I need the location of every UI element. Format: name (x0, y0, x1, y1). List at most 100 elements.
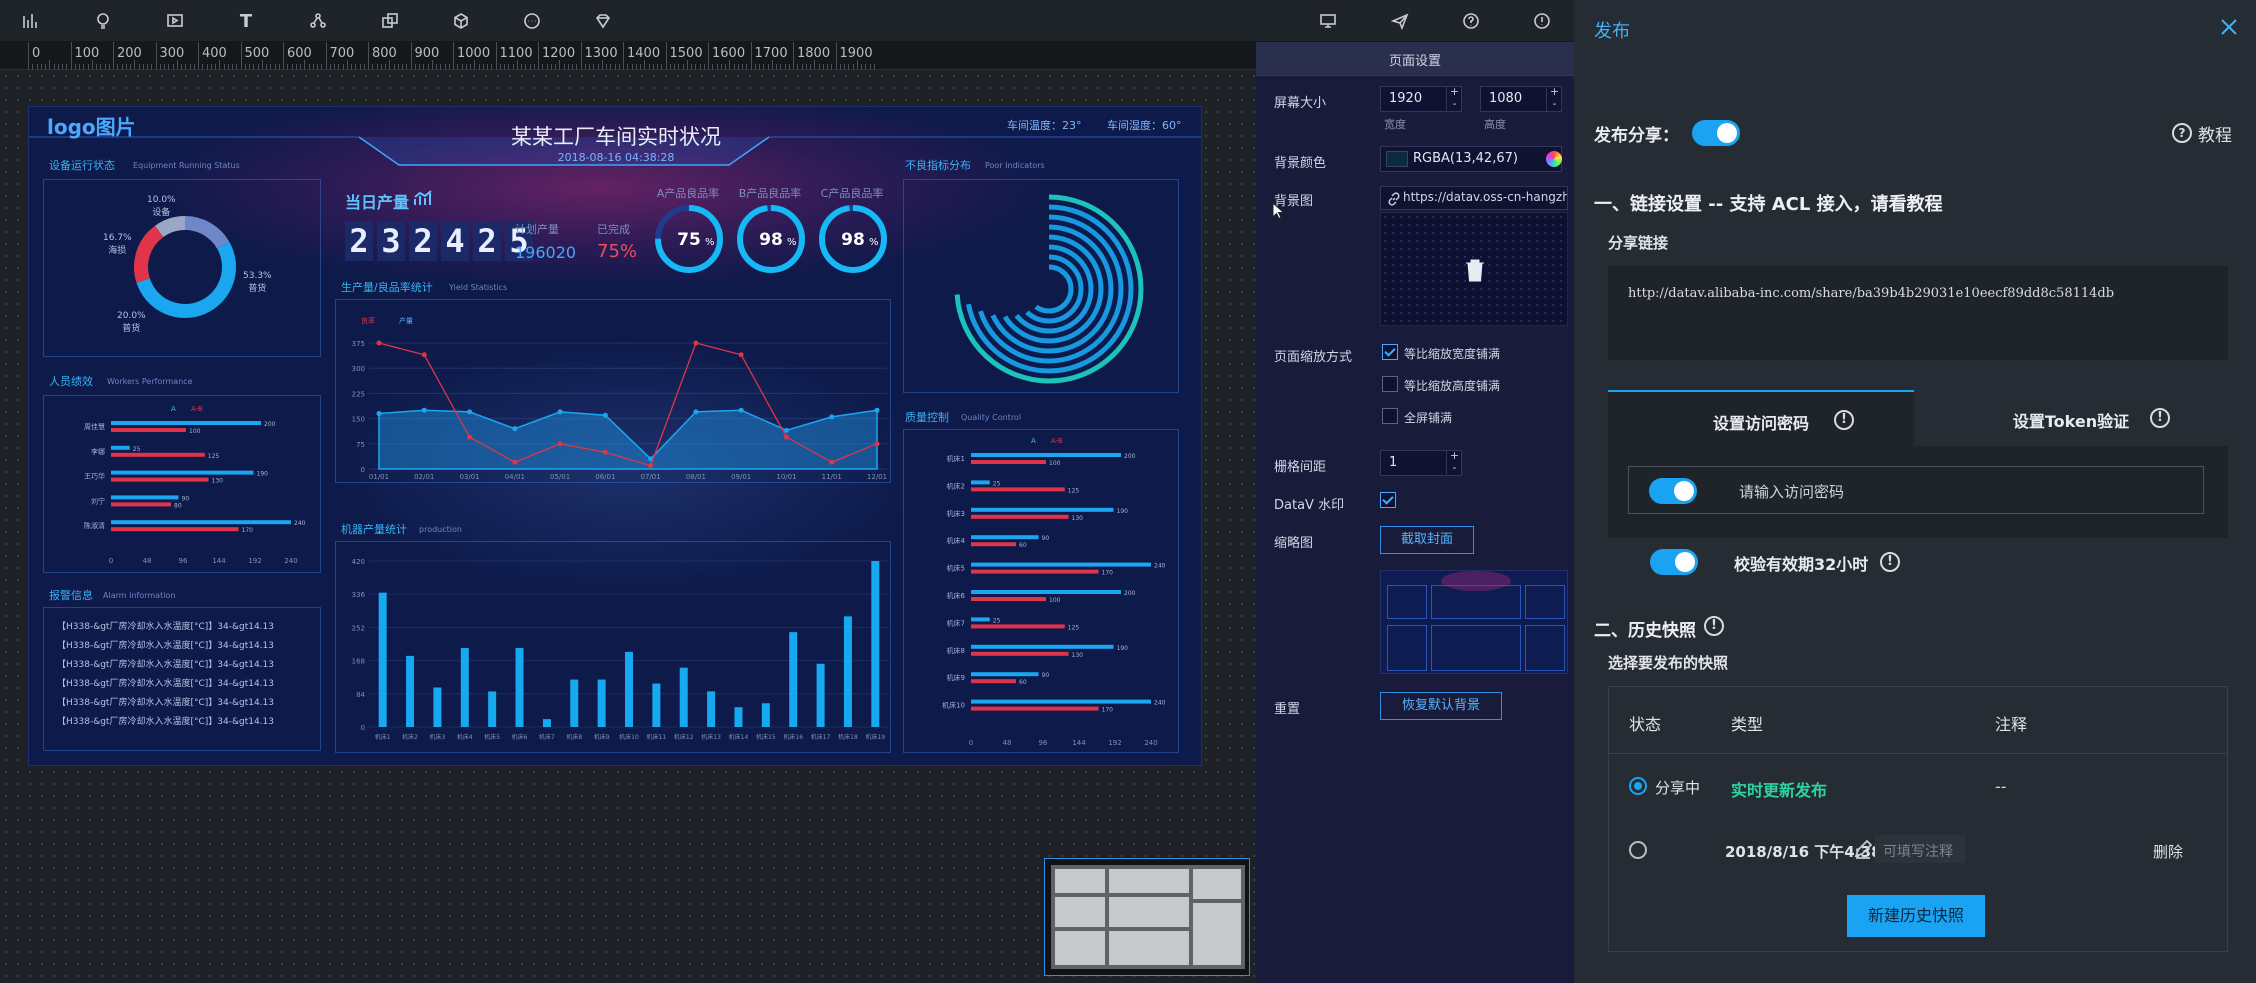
snapshot-radio-history[interactable] (1629, 841, 1647, 859)
height-stepper[interactable]: + - (1546, 86, 1562, 112)
snapshot-radio-live[interactable] (1629, 777, 1647, 795)
text-icon[interactable]: T (234, 9, 258, 33)
tab-password[interactable]: 设置访问密码 ! (1608, 390, 1914, 446)
info-icon[interactable] (1530, 9, 1554, 33)
dashboard-preview[interactable]: logo图片 某某工厂车间实时状况 2018-08-16 04:38:28 车间… (28, 106, 1202, 766)
password-field[interactable]: 请输入访问密码 (1628, 466, 2204, 514)
info-icon[interactable]: ! (1880, 552, 1900, 572)
bulb-icon[interactable] (91, 9, 115, 33)
bg-image-url-field[interactable]: https://datav.oss-cn-hangzh (1380, 186, 1568, 210)
axis-tick: 240 (1144, 739, 1157, 747)
yield-area-point (376, 411, 382, 417)
more-icon[interactable] (520, 9, 544, 33)
ruler-tick (771, 60, 773, 70)
info-icon[interactable]: ! (1834, 410, 1854, 430)
axis-tick: 192 (1108, 739, 1121, 747)
diamond-icon[interactable] (591, 9, 615, 33)
bar-b (971, 597, 1046, 601)
machine-ytick: 84 (356, 691, 365, 699)
machine-xtick: 机床3 (430, 733, 446, 741)
bar-b (111, 452, 205, 457)
plan-value: 196020 (515, 243, 577, 262)
poor-ring (1024, 264, 1074, 314)
monitor-icon[interactable] (1316, 9, 1340, 33)
ruler-tick (559, 60, 561, 70)
delete-link[interactable]: 删除 (2153, 841, 2183, 862)
machine-bar (843, 616, 852, 727)
output-digit: 2 (409, 221, 437, 261)
machine-xtick: 机床2 (402, 733, 418, 741)
bg-image-preview[interactable] (1380, 212, 1568, 326)
width-stepper[interactable]: + - (1446, 86, 1462, 112)
tab-password-label: 设置访问密码 (1712, 414, 1809, 433)
info-icon[interactable]: ! (2150, 408, 2170, 428)
share-link-box[interactable]: http://datav.alibaba-inc.com/share/ba39b… (1608, 266, 2228, 360)
select-snapshot-label: 选择要发布的快照 (1608, 654, 1729, 672)
validity-toggle[interactable] (1650, 549, 1698, 575)
machine-subtitle: production (419, 525, 462, 534)
axis-tick: 96 (179, 557, 188, 565)
ruler-tick (601, 60, 603, 70)
bar-row-label: 刘宁 (91, 496, 105, 505)
bg-image-url: https://datav.oss-cn-hangzh (1403, 190, 1567, 204)
cube-icon[interactable] (449, 9, 473, 33)
bar-a (971, 699, 1151, 704)
watermark-checkbox[interactable] (1380, 492, 1396, 508)
ruler-label: 1700 (754, 46, 788, 61)
alarm-line: 【H338-&gt厂房冷却水入水温度[°C]】34-&gt14.13 (57, 660, 274, 670)
reset-background-button[interactable]: 恢复默认背景 (1380, 692, 1502, 720)
machine-xtick: 机床6 (512, 733, 528, 741)
grid-stepper[interactable]: + - (1446, 450, 1462, 476)
media-icon[interactable] (163, 9, 187, 33)
bg-color-swatch[interactable] (1386, 151, 1408, 167)
machine-bar (625, 651, 633, 727)
color-picker-icon[interactable] (1546, 151, 1562, 167)
edit-icon[interactable] (1853, 839, 1873, 859)
equipment-label-2: 16.7% 海损 (103, 233, 132, 256)
link-section-title: 一、链接设置 -- 支持 ACL 接入，请看教程 (1594, 194, 1943, 215)
bar-a (971, 562, 1151, 567)
tab-token[interactable]: 设置Token验证 ! (1914, 390, 2228, 446)
ruler-tick (516, 60, 518, 70)
scale-height-checkbox[interactable] (1382, 376, 1398, 392)
machine-bar (378, 592, 387, 727)
scale-width-checkbox[interactable] (1382, 344, 1398, 360)
layers-icon[interactable] (378, 9, 402, 33)
help-icon[interactable]: ? (2172, 123, 2192, 143)
trash-icon[interactable] (1463, 257, 1487, 283)
chart-icon[interactable] (19, 9, 43, 33)
bar-b-value: 60 (1019, 679, 1027, 686)
machine-xtick: 机床7 (539, 733, 555, 741)
note-input[interactable]: 可填写注释 (1875, 835, 1965, 863)
ruler-label: 1800 (797, 46, 831, 61)
col-status: 状态 (1629, 715, 1662, 734)
bar-row-label: 机床8 (947, 646, 965, 655)
tutorial-link[interactable]: 教程 (2198, 121, 2232, 146)
scale-full-checkbox[interactable] (1382, 408, 1398, 424)
output-digit: 3 (377, 221, 405, 261)
info-icon[interactable]: ! (1704, 616, 1724, 636)
ruler-tick (644, 60, 646, 70)
close-icon[interactable] (2220, 18, 2238, 36)
share-link-url[interactable]: http://datav.alibaba-inc.com/share/ba39b… (1628, 286, 2114, 301)
ruler-label: 1900 (839, 46, 873, 61)
new-snapshot-button[interactable]: 新建历史快照 (1847, 895, 1985, 937)
equipment-label-1: 10.0% 设备 (147, 195, 176, 218)
output-digit: 2 (345, 221, 373, 261)
machine-bar (542, 719, 551, 727)
bar-b-value: 100 (189, 428, 201, 435)
yield-ytick: 225 (352, 390, 365, 398)
capture-cover-button[interactable]: 截取封面 (1380, 526, 1474, 554)
minimap[interactable] (1044, 858, 1250, 976)
password-toggle[interactable] (1649, 478, 1697, 504)
send-icon[interactable] (1388, 9, 1412, 33)
machine-bar (707, 691, 716, 727)
publish-share-toggle[interactable] (1692, 120, 1740, 146)
minimap-viewport[interactable] (1051, 865, 1245, 969)
network-icon[interactable] (306, 9, 330, 33)
ruler-label: 100 (74, 46, 100, 61)
bar-b (971, 706, 1099, 711)
scale-label: 页面缩放方式 (1274, 350, 1353, 365)
help-icon[interactable] (1459, 9, 1483, 33)
ruler-label: 1100 (499, 46, 533, 61)
